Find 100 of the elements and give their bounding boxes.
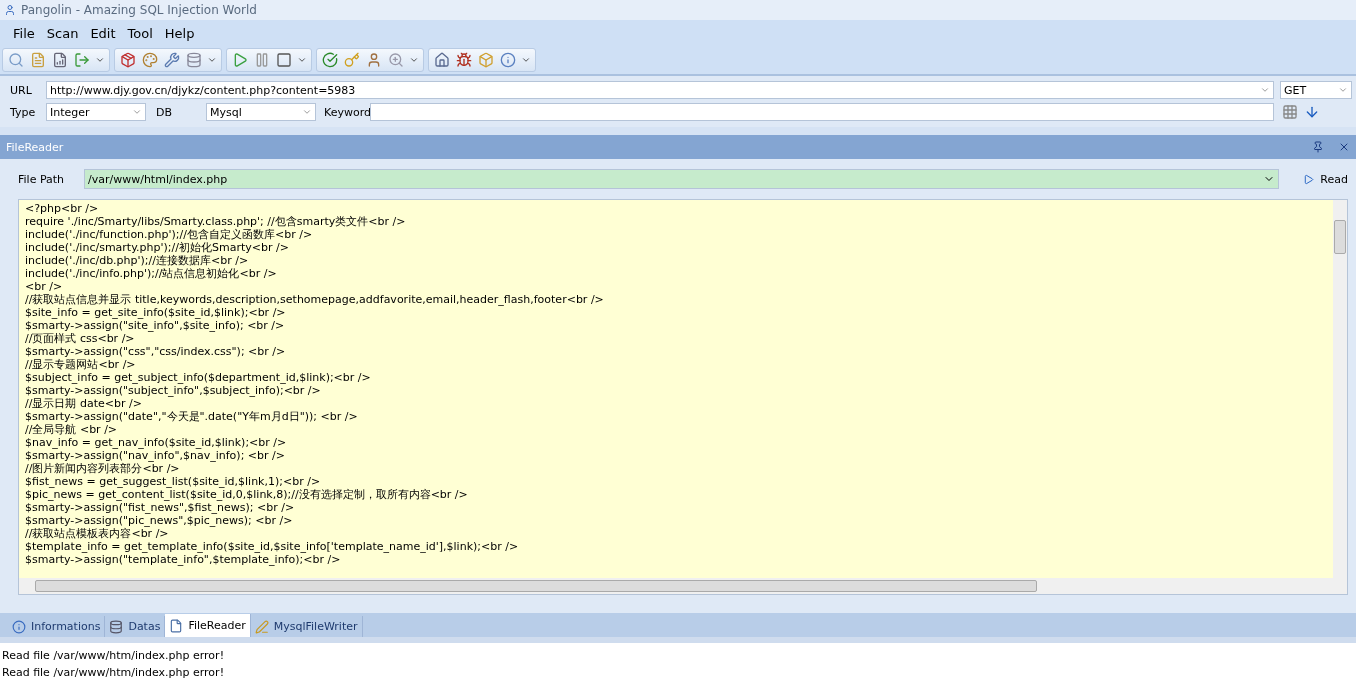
app-icon xyxy=(4,4,16,16)
code-line: //显示日期 date<br /> xyxy=(25,397,143,410)
overflow-caret-icon xyxy=(207,55,217,65)
url-label: URL xyxy=(10,83,33,97)
search-icon xyxy=(8,52,24,68)
zoom-icon xyxy=(388,52,404,68)
menu-item[interactable]: File xyxy=(8,23,40,43)
page-icon xyxy=(169,618,184,633)
code-line: include('./inc/function.php');//包含自定义函数库<br /> xyxy=(25,228,314,241)
toolbar-button[interactable] xyxy=(119,51,137,69)
code-line: //获取站点信息并显示 title,keywords,description,sethomepage,addfavorite,email,header_flash,footer<br /> xyxy=(25,293,605,306)
code-line: <br /> xyxy=(25,280,64,293)
code-line: $smarty->assign("date","今天是".date("Y年m月d日")); <br /> xyxy=(25,410,359,423)
code-line: $fist_news = get_suggest_list($site_id,$link,1);<br /> xyxy=(25,475,322,488)
menu-item[interactable]: Edit xyxy=(85,23,121,43)
code-line: $smarty->assign("fist_news",$fist_news); <br /> xyxy=(25,501,296,514)
code-line: include('./inc/info.php');//站点信息初始化<br /> xyxy=(25,267,278,280)
report-icon xyxy=(52,52,68,68)
url-field[interactable]: http://www.djy.gov.cn/djykz/content.php?content=5983 xyxy=(46,81,1274,99)
check-icon xyxy=(322,52,338,68)
overflow-caret-icon xyxy=(95,55,105,65)
keyword-field[interactable] xyxy=(370,103,1274,121)
play-icon xyxy=(232,52,248,68)
code-line: $smarty->assign("css","css/index.css"); <br /> xyxy=(25,345,287,358)
read-button[interactable]: Read xyxy=(1289,172,1348,186)
database-icon xyxy=(186,52,202,68)
close-icon xyxy=(1338,141,1350,153)
overflow-caret-icon xyxy=(521,55,531,65)
toolbar-button[interactable] xyxy=(387,51,405,69)
db-label: DB xyxy=(156,105,174,119)
code-line: $nav_info = get_nav_info($site_id,$link);<br /> xyxy=(25,436,288,449)
dropdown-caret-icon xyxy=(1338,85,1348,95)
code-line: //图片新闻内容列表部分<br /> xyxy=(25,462,181,475)
code-line: //全局导航 <br /> xyxy=(25,423,119,436)
db-dropdown[interactable]: Mysql xyxy=(206,103,316,121)
type-dropdown[interactable]: Integer xyxy=(46,103,146,121)
pencil-icon xyxy=(254,619,269,634)
code-line: $template_info = get_template_info($site_id,$site_info['template_name_id'],$link);<br /> xyxy=(25,540,520,553)
pause-icon xyxy=(254,52,270,68)
menu-item[interactable]: Scan xyxy=(41,23,84,43)
horizontal-scrollbar[interactable] xyxy=(19,578,1347,594)
toolbar-button[interactable] xyxy=(51,51,69,69)
package-icon xyxy=(120,52,136,68)
code-line: include('./inc/db.php');//连接数据库<br /> xyxy=(25,254,250,267)
code-line: $smarty->assign("pic_news",$pic_news); <br /> xyxy=(25,514,294,527)
file-path-field[interactable]: /var/www/html/index.php xyxy=(84,169,1280,189)
log-line: Read file /var/www/htm/index.php error! xyxy=(2,665,226,681)
toolbar-button[interactable] xyxy=(321,51,339,69)
overflow-caret-icon xyxy=(297,55,307,65)
user-icon xyxy=(366,52,382,68)
code-line: <?php<br /> xyxy=(25,202,100,215)
toolbar-button[interactable] xyxy=(499,51,517,69)
grid-icon xyxy=(1282,104,1298,120)
toolbar-button[interactable] xyxy=(455,51,473,69)
menu-item[interactable]: Help xyxy=(159,23,200,43)
method-dropdown[interactable]: GET xyxy=(1280,81,1352,99)
document-icon xyxy=(30,52,46,68)
toolbar-button[interactable] xyxy=(163,51,181,69)
info-icon xyxy=(500,52,516,68)
toolbar-button[interactable] xyxy=(141,51,159,69)
window-title: Pangolin - Amazing SQL Injection World xyxy=(21,3,257,17)
toolbar-button[interactable] xyxy=(73,51,91,69)
code-line: $pic_news = get_content_list($site_id,0,$link,8);//没有选择定制，取所有内容<br /> xyxy=(25,488,469,501)
stop-icon xyxy=(276,52,292,68)
code-line: //获取站点模板表内容<br /> xyxy=(25,527,170,540)
wrench-icon xyxy=(164,52,180,68)
pin-icon xyxy=(1312,141,1324,153)
toolbar-button[interactable] xyxy=(7,51,25,69)
database-icon xyxy=(109,619,124,634)
code-line: $subject_info = get_subject_info($department_id,$link);<br /> xyxy=(25,371,372,384)
key-icon xyxy=(344,52,360,68)
code-line: $smarty->assign("subject_info",$subject_info);<br /> xyxy=(25,384,322,397)
code-line: include('./inc/smarty.php');//初始化Smarty<br /> xyxy=(25,241,290,254)
code-line: $smarty->assign("template_info",$template_info);<br /> xyxy=(25,553,342,566)
panel-title: FileReader xyxy=(6,140,64,154)
code-line: //页面样式 css<br /> xyxy=(25,332,136,345)
keyword-label: Keyword xyxy=(323,105,370,119)
vertical-scrollbar[interactable] xyxy=(1333,200,1347,578)
log-line: Read file /var/www/htm/index.php error! xyxy=(2,648,226,664)
toolbar-button[interactable] xyxy=(433,51,451,69)
code-line: $smarty->assign("site_info",$site_info); <br /> xyxy=(25,319,286,332)
info-icon xyxy=(12,619,26,634)
home-icon xyxy=(434,52,450,68)
dropdown-caret-icon xyxy=(132,107,142,117)
code-line: require './inc/Smarty/libs/Smarty.class.php'; //包含smarty类文件<br /> xyxy=(25,215,407,228)
code-line: $site_info = get_site_info($site_id,$link);<br /> xyxy=(25,306,287,319)
toolbar-button[interactable] xyxy=(185,51,203,69)
box-icon xyxy=(478,52,494,68)
exit-icon xyxy=(74,52,90,68)
dropdown-caret-icon xyxy=(302,107,312,117)
toolbar-button[interactable] xyxy=(275,51,293,69)
overflow-caret-icon xyxy=(409,55,419,65)
dropdown-caret-icon xyxy=(1260,85,1270,95)
menu-item[interactable]: Tool xyxy=(122,23,158,43)
tab[interactable]: FileReader xyxy=(165,614,251,637)
code-line: $smarty->assign("nav_info",$nav_info); <br /> xyxy=(25,449,286,462)
file-path-label: File Path xyxy=(18,172,66,186)
palette-icon xyxy=(142,52,158,68)
play-icon xyxy=(1303,173,1315,185)
bug-icon xyxy=(456,52,472,68)
